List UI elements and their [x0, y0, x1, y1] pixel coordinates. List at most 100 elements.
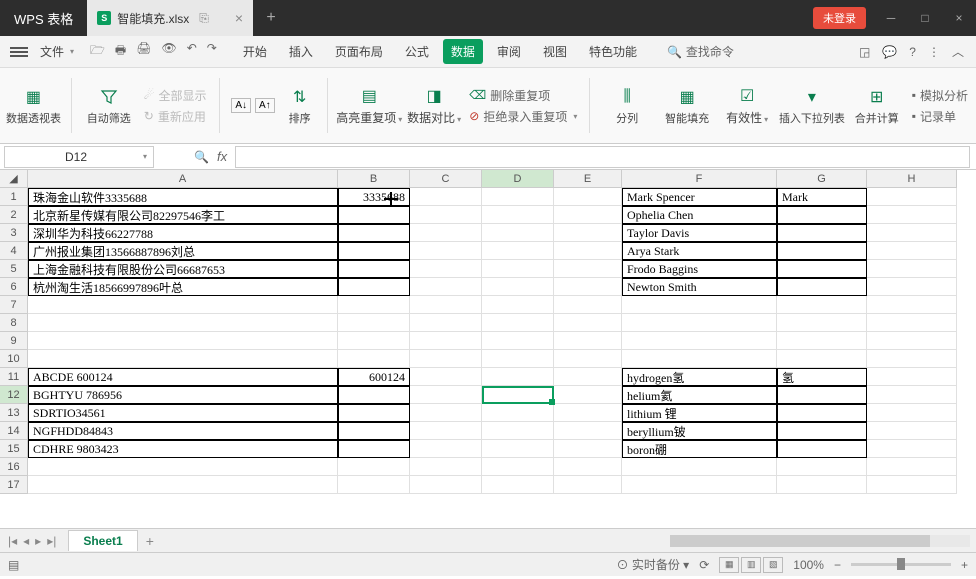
select-all-corner[interactable]: ◢ [0, 170, 28, 188]
cell[interactable] [410, 242, 482, 260]
cell[interactable] [338, 224, 410, 242]
col-header-F[interactable]: F [622, 170, 777, 188]
screenshot-icon[interactable]: ◲ [859, 45, 870, 59]
cell[interactable] [777, 404, 867, 422]
row-header[interactable]: 3 [0, 224, 28, 242]
file-menu[interactable]: 文件▾ [34, 43, 80, 60]
cell[interactable]: Newton Smith [622, 278, 777, 296]
cell[interactable] [867, 188, 957, 206]
cell[interactable]: Mark Spencer [622, 188, 777, 206]
cell[interactable] [482, 224, 554, 242]
tab-start[interactable]: 开始 [235, 39, 275, 64]
row-header[interactable]: 10 [0, 350, 28, 368]
reapply-button[interactable]: ↻重新应用 [144, 108, 207, 125]
cell[interactable] [410, 260, 482, 278]
tab-features[interactable]: 特色功能 [581, 39, 645, 64]
row-header[interactable]: 14 [0, 422, 28, 440]
cell[interactable] [867, 224, 957, 242]
row-header[interactable]: 16 [0, 458, 28, 476]
login-button[interactable]: 未登录 [813, 7, 866, 29]
backup-status[interactable]: ⊙ 实时备份 ▾ [616, 556, 689, 573]
sort-desc-icon[interactable]: A↑ [255, 98, 275, 113]
pin-icon[interactable]: ⎘ [199, 11, 209, 26]
cell[interactable] [554, 260, 622, 278]
cell[interactable] [338, 422, 410, 440]
tab-review[interactable]: 审阅 [489, 39, 529, 64]
spreadsheet-grid[interactable]: ◢ A B C D E F G H 1 珠海金山软件3335688 333568… [0, 170, 976, 528]
tab-data[interactable]: 数据 [443, 39, 483, 64]
collapse-ribbon-icon[interactable]: ︿ [952, 43, 964, 60]
sheet-nav-prev-icon[interactable]: ◂ [23, 534, 29, 548]
cell[interactable] [777, 386, 867, 404]
cell[interactable] [410, 224, 482, 242]
row-header[interactable]: 11 [0, 368, 28, 386]
search-command[interactable]: 🔍 查找命令 [667, 43, 734, 60]
zoom-slider[interactable] [851, 563, 951, 566]
cell[interactable] [482, 260, 554, 278]
cell[interactable] [338, 404, 410, 422]
cell[interactable] [554, 278, 622, 296]
row-header[interactable]: 4 [0, 242, 28, 260]
cell[interactable] [338, 278, 410, 296]
pivot-table-button[interactable]: ▦ 数据透视表 [8, 72, 59, 139]
cell[interactable] [867, 278, 957, 296]
row-header[interactable]: 13 [0, 404, 28, 422]
col-header-B[interactable]: B [338, 170, 410, 188]
cell[interactable] [338, 440, 410, 458]
hamburger-icon[interactable] [10, 47, 28, 57]
cell[interactable]: Mark [777, 188, 867, 206]
cell[interactable] [777, 422, 867, 440]
cell[interactable] [554, 188, 622, 206]
row-header[interactable]: 7 [0, 296, 28, 314]
cell[interactable] [867, 242, 957, 260]
cell[interactable]: 深圳华为科技66227788 [28, 224, 338, 242]
cell[interactable] [338, 206, 410, 224]
row-header[interactable]: 5 [0, 260, 28, 278]
row-header[interactable]: 1 [0, 188, 28, 206]
document-tab[interactable]: S 智能填充.xlsx ⎘ × [87, 0, 253, 36]
minimize-icon[interactable]: ─ [874, 0, 908, 36]
cell[interactable]: 氢 [777, 368, 867, 386]
sheet-tab[interactable]: Sheet1 [68, 530, 137, 551]
autofilter-button[interactable]: 自动筛选 [84, 72, 134, 139]
cell[interactable]: CDHRE 9803423 [28, 440, 338, 458]
zoom-level[interactable]: 100% [793, 558, 824, 572]
cell[interactable] [554, 206, 622, 224]
zoom-out-button[interactable]: − [834, 558, 841, 572]
tab-formula[interactable]: 公式 [397, 39, 437, 64]
cell[interactable] [482, 206, 554, 224]
cell[interactable] [410, 206, 482, 224]
col-header-A[interactable]: A [28, 170, 338, 188]
cell[interactable]: ABCDE 600124 [28, 368, 338, 386]
undo-icon[interactable]: ↶ [187, 41, 197, 62]
cell[interactable] [338, 242, 410, 260]
cell[interactable] [410, 278, 482, 296]
help-icon[interactable]: ? [909, 45, 916, 59]
cell[interactable]: 上海金融科技有限股份公司66687653 [28, 260, 338, 278]
cell[interactable]: 珠海金山软件3335688 [28, 188, 338, 206]
cell[interactable] [777, 260, 867, 278]
cell[interactable]: boron硼 [622, 440, 777, 458]
cell[interactable] [554, 242, 622, 260]
delete-dupes-button[interactable]: ⌫删除重复项 [469, 87, 577, 104]
cell[interactable] [338, 386, 410, 404]
cell[interactable]: SDRTIO34561 [28, 404, 338, 422]
col-header-E[interactable]: E [554, 170, 622, 188]
sort-button[interactable]: ⇅ 排序 [285, 72, 315, 139]
cell[interactable] [482, 242, 554, 260]
cell[interactable] [777, 440, 867, 458]
row-header[interactable]: 17 [0, 476, 28, 494]
horizontal-scrollbar[interactable] [670, 535, 970, 547]
sync-icon[interactable]: ⟳ [699, 558, 709, 572]
cell[interactable] [482, 278, 554, 296]
doc-icon[interactable]: ▤ [8, 558, 19, 572]
tab-layout[interactable]: 页面布局 [327, 39, 391, 64]
cell[interactable]: NGFHDD84843 [28, 422, 338, 440]
tab-view[interactable]: 视图 [535, 39, 575, 64]
cell[interactable] [777, 278, 867, 296]
view-break-icon[interactable]: ▧ [763, 557, 783, 573]
highlight-dupes-button[interactable]: ▤ 高亮重复项▾ [339, 72, 399, 139]
cell[interactable]: helium氦 [622, 386, 777, 404]
name-box[interactable]: D12 ▾ [4, 146, 154, 168]
row-header[interactable]: 15 [0, 440, 28, 458]
